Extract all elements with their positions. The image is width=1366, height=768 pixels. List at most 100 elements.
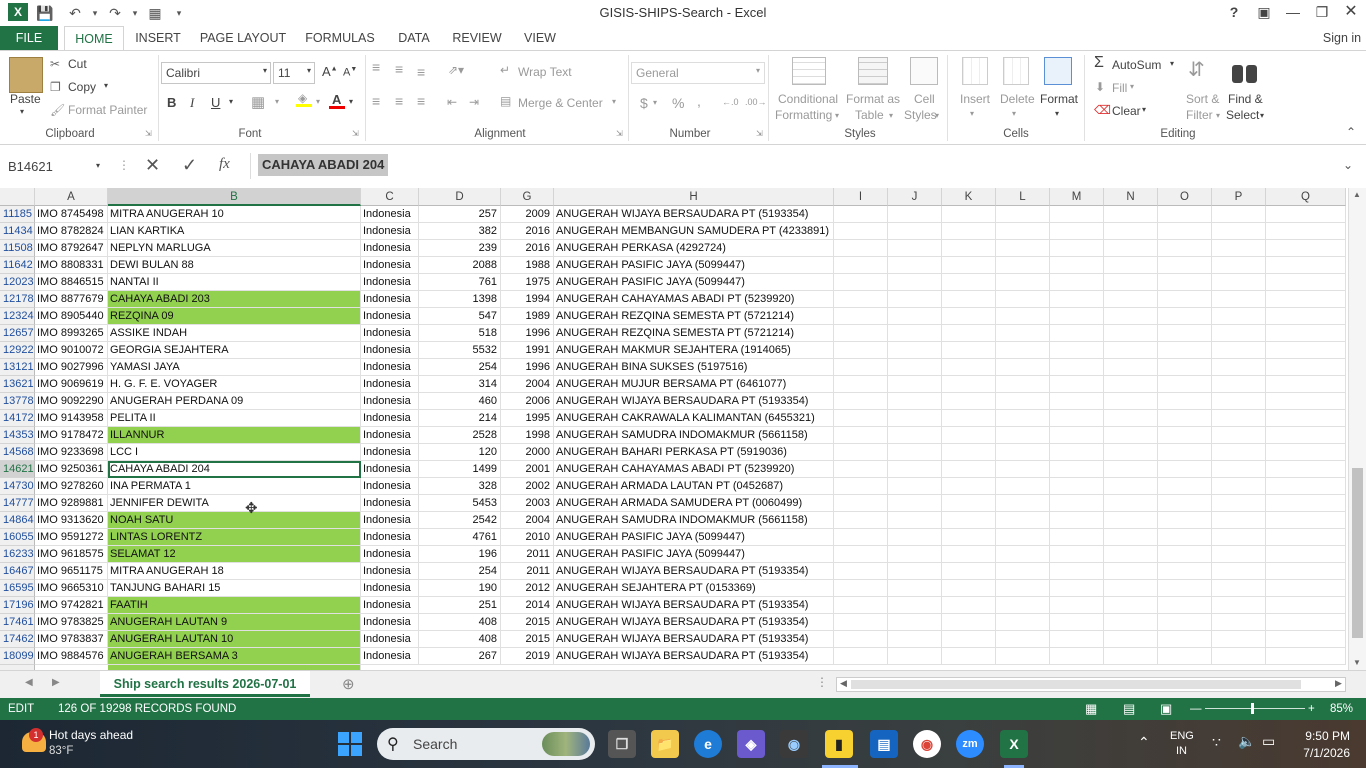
cell-d[interactable]: 239 (419, 240, 501, 257)
cell-d[interactable]: 408 (419, 614, 501, 631)
task-view-icon[interactable]: ❐ (608, 730, 636, 758)
empty-cell[interactable] (1104, 427, 1158, 444)
empty-cell[interactable] (942, 546, 996, 563)
empty-cell[interactable] (1104, 393, 1158, 410)
empty-cell[interactable] (1266, 223, 1346, 240)
cell-d[interactable]: 1398 (419, 291, 501, 308)
scroll-down-icon[interactable]: ▼ (1353, 658, 1361, 667)
help-button[interactable]: ? (1219, 0, 1249, 24)
empty-cell[interactable] (888, 410, 942, 427)
italic-button[interactable]: I (190, 95, 194, 111)
cell-g[interactable]: 2014 (501, 597, 554, 614)
cell-h[interactable]: ANUGERAH WIJAYA BERSAUDARA PT (5193354) (554, 597, 834, 614)
zoom-slider-thumb[interactable] (1251, 703, 1254, 714)
empty-cell[interactable] (1266, 478, 1346, 495)
empty-cell[interactable] (1212, 512, 1266, 529)
empty-cell[interactable] (1050, 614, 1104, 631)
edge-icon[interactable]: e (694, 730, 722, 758)
empty-cell[interactable] (996, 529, 1050, 546)
cell-a[interactable]: IMO 9010072 (35, 342, 108, 359)
cell-b[interactable]: ANUGERAH LAUTAN 9 (108, 614, 361, 631)
empty-cell[interactable] (942, 376, 996, 393)
cell-h[interactable]: ANUGERAH PASIFIC JAYA (5099447) (554, 274, 834, 291)
sheet-tab-active[interactable]: Ship search results 2026-07-01 (100, 671, 310, 697)
empty-cell[interactable] (942, 240, 996, 257)
empty-cell[interactable] (996, 257, 1050, 274)
empty-cell[interactable] (1212, 478, 1266, 495)
row-header[interactable]: 17462 (0, 631, 35, 648)
cell-b[interactable]: ANUGERAH LAUTAN 10 (108, 631, 361, 648)
empty-cell[interactable] (888, 291, 942, 308)
empty-cell[interactable] (1158, 512, 1212, 529)
empty-cell[interactable] (1212, 631, 1266, 648)
empty-cell[interactable] (942, 444, 996, 461)
empty-cell[interactable] (1266, 529, 1346, 546)
empty-cell[interactable] (942, 359, 996, 376)
cell-a[interactable]: IMO 8782824 (35, 223, 108, 240)
empty-cell[interactable] (1158, 308, 1212, 325)
cell-a[interactable]: IMO 8905440 (35, 308, 108, 325)
cell-h[interactable]: ANUGERAH WIJAYA BERSAUDARA PT (5193354) (554, 563, 834, 580)
vertical-scroll-thumb[interactable] (1352, 468, 1363, 638)
row-header[interactable]: 11508 (0, 240, 35, 257)
row-header[interactable]: 12324 (0, 308, 35, 325)
cell-b[interactable]: DEWI BULAN 88 (108, 257, 361, 274)
empty-cell[interactable] (1158, 410, 1212, 427)
empty-cell[interactable] (1212, 240, 1266, 257)
column-header-p[interactable]: P (1212, 188, 1266, 206)
zoom-in-icon[interactable]: + (1308, 698, 1315, 720)
empty-cell[interactable] (942, 308, 996, 325)
empty-cell[interactable] (1050, 240, 1104, 257)
cell-g[interactable]: 1991 (501, 342, 554, 359)
cell-d[interactable]: 267 (419, 648, 501, 665)
cell-a[interactable]: IMO 8877679 (35, 291, 108, 308)
empty-cell[interactable] (996, 631, 1050, 648)
vertical-scrollbar[interactable]: ▲ ▼ (1348, 188, 1366, 670)
cell-h[interactable]: ANUGERAH CAHAYAMAS ABADI PT (5239920) (554, 291, 834, 308)
cell-a[interactable]: IMO 9250361 (35, 461, 108, 478)
cell-c[interactable]: Indonesia (361, 529, 419, 546)
empty-cell[interactable] (1050, 495, 1104, 512)
empty-cell[interactable] (1158, 427, 1212, 444)
empty-cell[interactable] (1212, 325, 1266, 342)
empty-cell[interactable] (834, 206, 888, 223)
minimize-button[interactable]: — (1278, 0, 1308, 24)
cell-a[interactable]: IMO 9143958 (35, 410, 108, 427)
empty-cell[interactable] (834, 648, 888, 665)
empty-cell[interactable] (1266, 495, 1346, 512)
find-select-icon[interactable] (1231, 59, 1259, 85)
conditional-dropdown-icon[interactable]: ▾ (835, 111, 839, 120)
empty-cell[interactable] (1158, 546, 1212, 563)
cell-g[interactable]: 1989 (501, 308, 554, 325)
empty-cell[interactable] (1212, 648, 1266, 665)
cell-h[interactable]: ANUGERAH REZQINA SEMESTA PT (5721214) (554, 308, 834, 325)
paste-icon[interactable] (9, 57, 43, 93)
expand-formula-bar-icon[interactable]: ⌄ (1343, 158, 1353, 172)
cell-g[interactable]: 2011 (501, 563, 554, 580)
row-header[interactable]: 16467 (0, 563, 35, 580)
cell-c[interactable]: Indonesia (361, 580, 419, 597)
tab-home[interactable]: HOME (64, 26, 124, 50)
cell-d[interactable]: 5453 (419, 495, 501, 512)
next-sheet-icon[interactable]: ▶ (52, 677, 60, 688)
empty-cell[interactable] (942, 648, 996, 665)
close-button[interactable]: ✕ (1336, 0, 1366, 24)
empty-cell[interactable] (1266, 257, 1346, 274)
cell-a[interactable]: IMO 8745498 (35, 206, 108, 223)
empty-cell[interactable] (1104, 359, 1158, 376)
cell-styles-icon[interactable] (910, 57, 938, 85)
empty-cell[interactable] (1050, 308, 1104, 325)
empty-cell[interactable] (1266, 461, 1346, 478)
empty-cell[interactable] (996, 274, 1050, 291)
cell-g[interactable]: 1996 (501, 325, 554, 342)
clear-dropdown-icon[interactable]: ▾ (1142, 105, 1146, 114)
cell-a[interactable]: IMO 8792647 (35, 240, 108, 257)
empty-cell[interactable] (888, 376, 942, 393)
format-table-dropdown-icon[interactable]: ▾ (889, 111, 893, 120)
cell-g[interactable]: 1995 (501, 410, 554, 427)
cell-b[interactable]: ANUGERAH BERSAMA 3 (108, 648, 361, 665)
empty-cell[interactable] (1266, 580, 1346, 597)
zoom-app-icon[interactable]: zm (956, 730, 984, 758)
empty-cell[interactable] (996, 359, 1050, 376)
number-launcher-icon[interactable]: ⇲ (756, 129, 763, 138)
